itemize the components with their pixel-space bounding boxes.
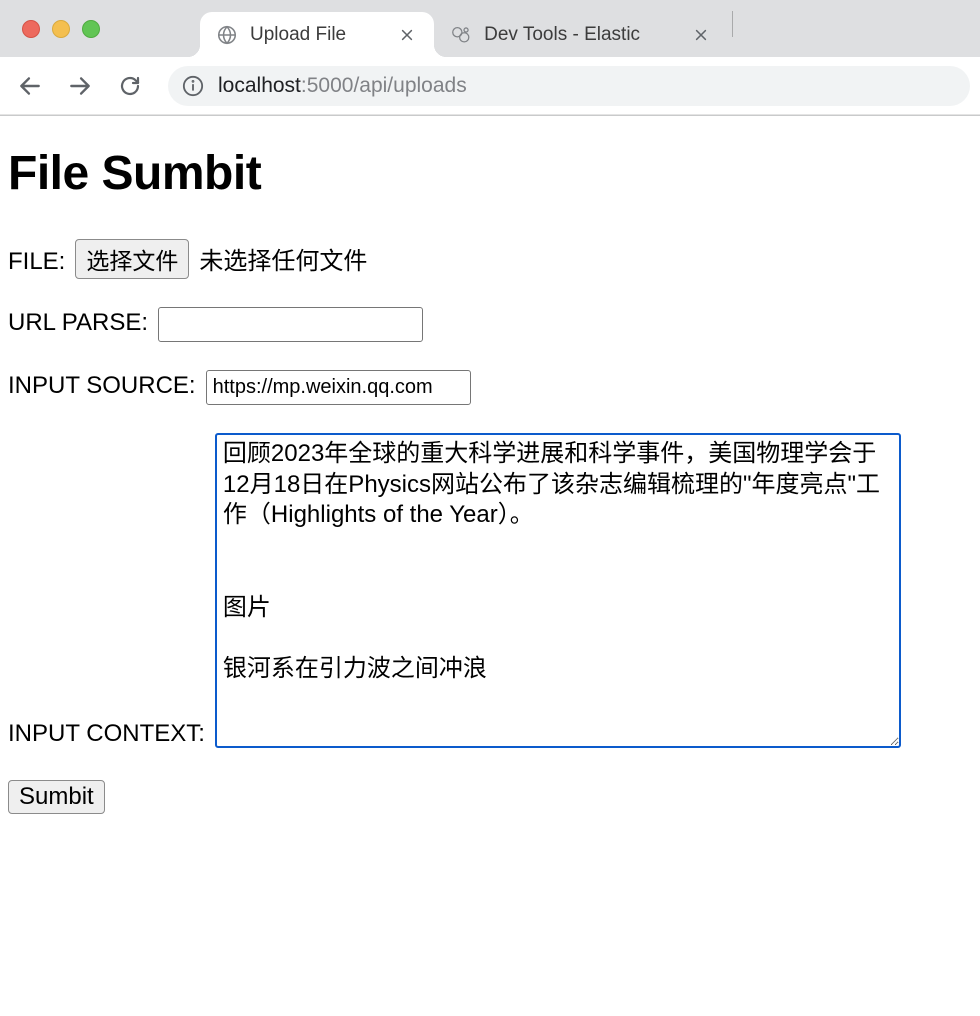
toolbar: localhost:5000/api/uploads bbox=[0, 57, 980, 115]
input-context-label: INPUT CONTEXT: bbox=[8, 720, 205, 748]
page-title: File Sumbit bbox=[8, 146, 972, 201]
tab-title: Upload File bbox=[250, 24, 346, 46]
page-content: File Sumbit FILE: 选择文件 未选择任何文件 URL PARSE… bbox=[0, 116, 980, 826]
window-maximize-button[interactable] bbox=[82, 20, 100, 38]
url-host: localhost bbox=[218, 74, 301, 97]
file-row: FILE: 选择文件 未选择任何文件 bbox=[8, 239, 972, 279]
url-path: :5000/api/uploads bbox=[301, 74, 467, 97]
site-info-icon[interactable] bbox=[182, 75, 204, 97]
window-controls bbox=[22, 20, 100, 38]
tab-upload-file[interactable]: Upload File bbox=[200, 12, 434, 57]
forward-button[interactable] bbox=[60, 66, 100, 106]
url-parse-input[interactable] bbox=[158, 307, 423, 342]
submit-button[interactable]: Sumbit bbox=[8, 780, 105, 814]
input-source-input[interactable] bbox=[206, 370, 471, 405]
window-minimize-button[interactable] bbox=[52, 20, 70, 38]
input-source-row: INPUT SOURCE: bbox=[8, 370, 972, 405]
file-status: 未选择任何文件 bbox=[199, 241, 367, 276]
tab-dev-tools[interactable]: Dev Tools - Elastic bbox=[434, 12, 728, 57]
url-parse-row: URL PARSE: bbox=[8, 307, 972, 342]
tab-close-icon[interactable] bbox=[398, 26, 416, 44]
tab-separator bbox=[732, 11, 733, 37]
url-parse-label: URL PARSE: bbox=[8, 309, 148, 337]
input-context-row: INPUT CONTEXT: bbox=[8, 433, 972, 748]
tab-title: Dev Tools - Elastic bbox=[484, 24, 640, 46]
globe-icon bbox=[216, 24, 238, 46]
choose-file-button[interactable]: 选择文件 bbox=[75, 239, 189, 279]
url-text: localhost:5000/api/uploads bbox=[218, 74, 467, 98]
address-bar[interactable]: localhost:5000/api/uploads bbox=[168, 66, 970, 106]
file-label: FILE: bbox=[8, 248, 65, 276]
back-button[interactable] bbox=[10, 66, 50, 106]
tab-strip: Upload File Dev Tools - Elastic bbox=[200, 0, 980, 57]
input-source-label: INPUT SOURCE: bbox=[8, 372, 196, 400]
browser-chrome: Upload File Dev Tools - Elastic bbox=[0, 0, 980, 116]
titlebar: Upload File Dev Tools - Elastic bbox=[0, 0, 980, 57]
input-context-textarea[interactable] bbox=[215, 433, 901, 748]
tab-close-icon[interactable] bbox=[692, 26, 710, 44]
elastic-icon bbox=[450, 24, 472, 46]
reload-button[interactable] bbox=[110, 66, 150, 106]
window-close-button[interactable] bbox=[22, 20, 40, 38]
